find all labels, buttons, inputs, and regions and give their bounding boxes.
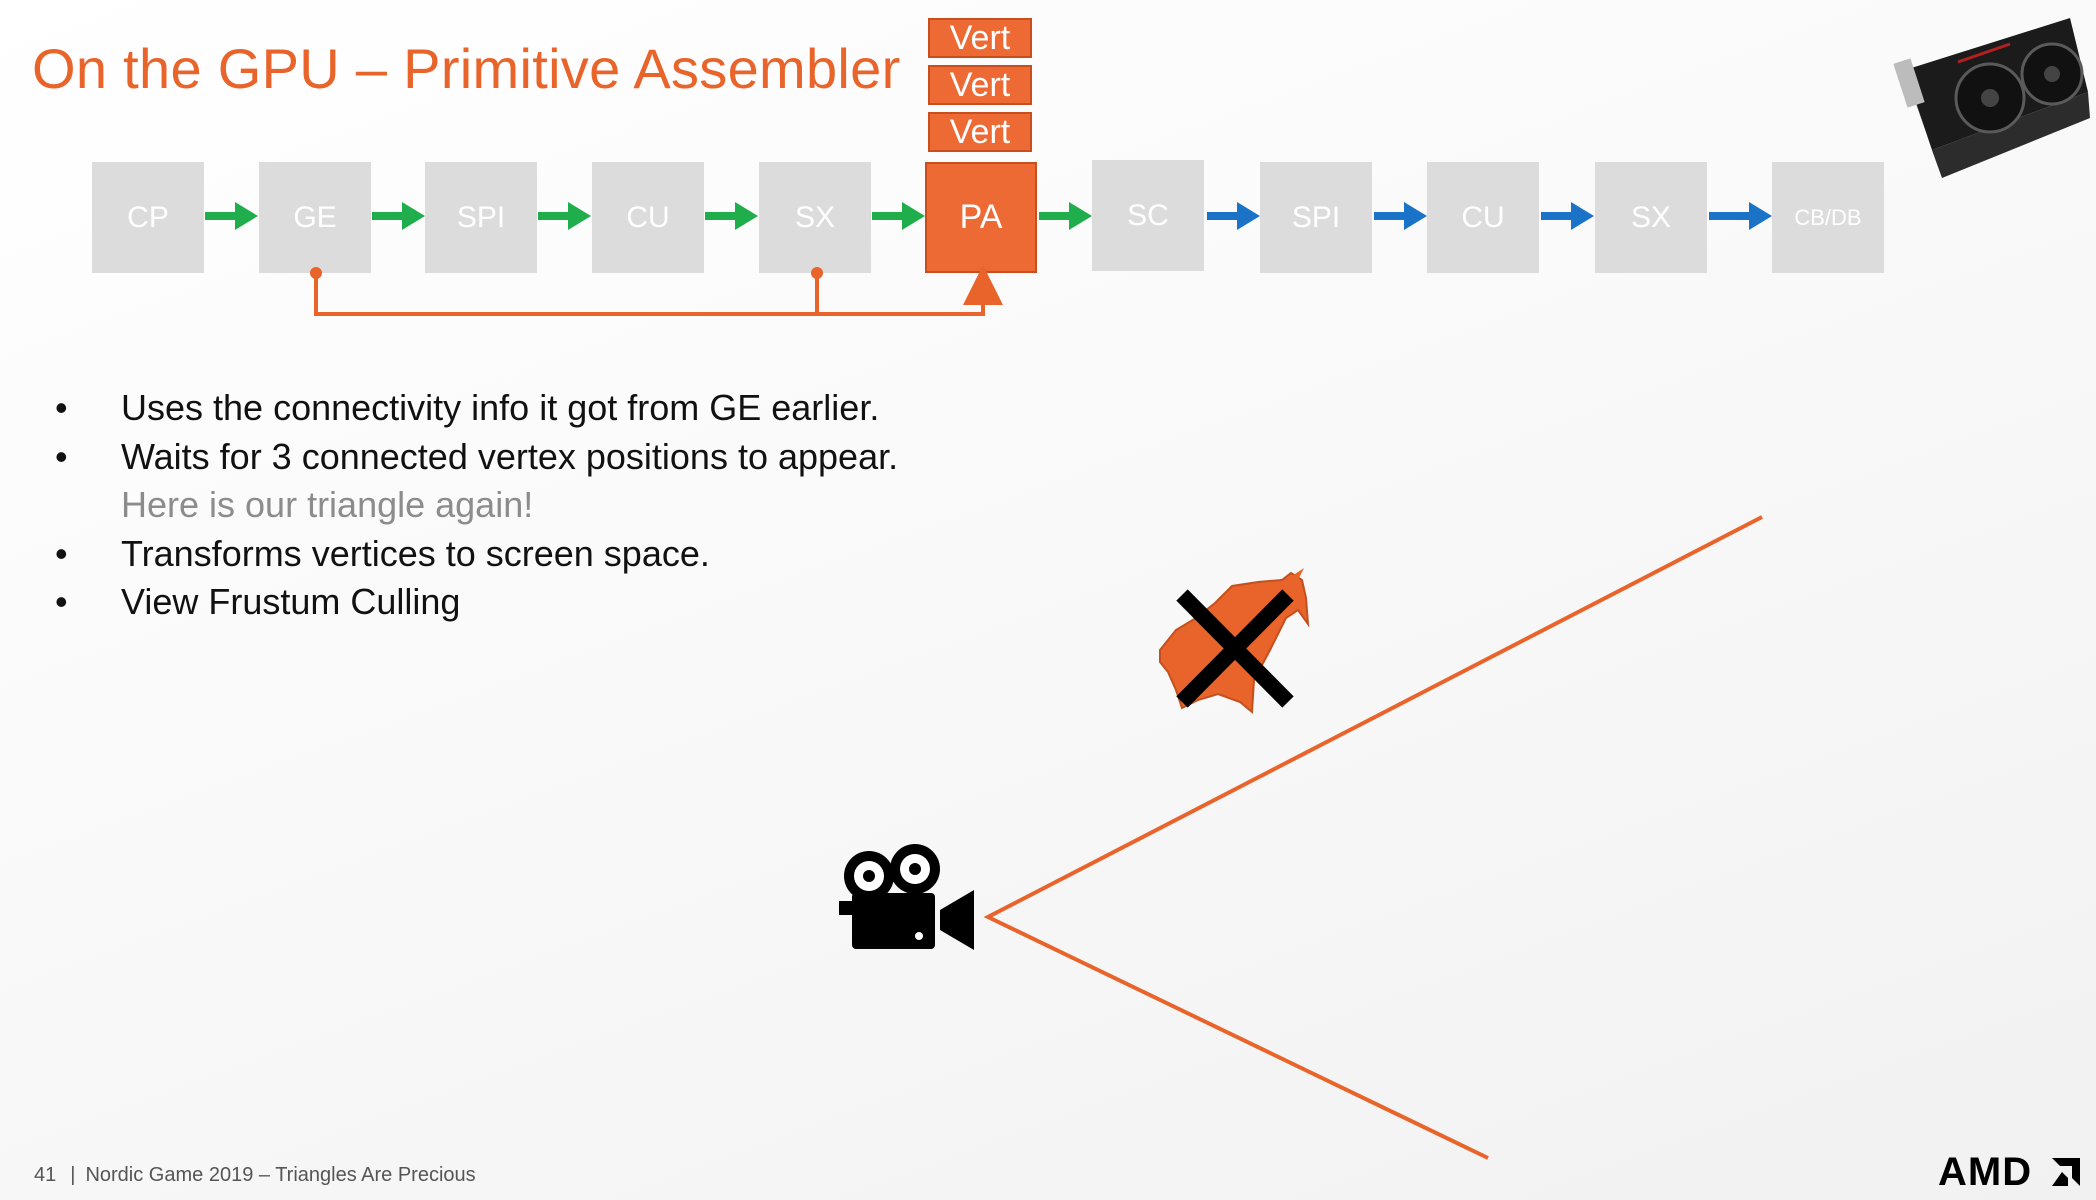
bullet-item: • Uses the connectivity info it got from … <box>55 384 898 433</box>
slide: On the GPU – Primitive Assembler Vert Ve… <box>0 0 2096 1200</box>
connectivity-line <box>310 265 1003 316</box>
bullet-item: • Transforms vertices to screen space. <box>55 530 898 579</box>
bullet-marker: • <box>55 435 68 477</box>
bullet-marker: • <box>55 532 68 574</box>
bullet-text: Transforms vertices to screen space. <box>121 532 710 574</box>
bullet-text: Waits for 3 connected vertex positions t… <box>121 435 899 477</box>
blue-arrows <box>1207 202 1772 230</box>
amd-logo: AMD <box>1938 1150 2033 1194</box>
footer-separator: | <box>70 1164 76 1186</box>
arrow-right-icon <box>1541 202 1594 230</box>
movie-camera-icon <box>839 844 974 950</box>
footer: 41 | Nordic Game 2019 – Triangles Are Prec… <box>34 1164 476 1187</box>
bullet-text: View Frustum Culling <box>121 581 461 622</box>
gpu-card-icon <box>1893 18 2090 178</box>
bullet-list: • Uses the connectivity info it got from … <box>55 384 898 627</box>
bullet-item: • Waits for 3 connected vertex positions … <box>55 433 898 482</box>
view-frustum <box>983 515 1763 1160</box>
bullet-text: Here is our triangle again! <box>121 484 534 525</box>
bullet-marker: • <box>55 387 68 428</box>
arrow-right-icon <box>538 202 591 230</box>
bullet-text: Uses the connectivity info it got from G… <box>121 387 880 428</box>
arrow-right-icon <box>1709 202 1772 230</box>
arrow-right-icon <box>205 202 258 230</box>
amd-arrow-icon <box>2052 1158 2080 1186</box>
footer-text: Nordic Game 2019 – Triangles Are Preciou… <box>85 1164 476 1186</box>
arrow-right-icon <box>1374 202 1427 230</box>
arrow-right-icon <box>705 202 758 230</box>
arrow-right-icon <box>1207 202 1260 230</box>
page-number: 41 <box>34 1164 57 1186</box>
bullet-subtext: Here is our triangle again! <box>55 481 898 530</box>
bullet-item: • View Frustum Culling <box>55 578 898 627</box>
bullet-marker: • <box>55 581 68 622</box>
green-arrows <box>205 202 1092 230</box>
arrow-right-icon <box>372 202 425 230</box>
arrow-right-icon <box>872 202 925 230</box>
arrow-right-icon <box>1039 202 1092 230</box>
